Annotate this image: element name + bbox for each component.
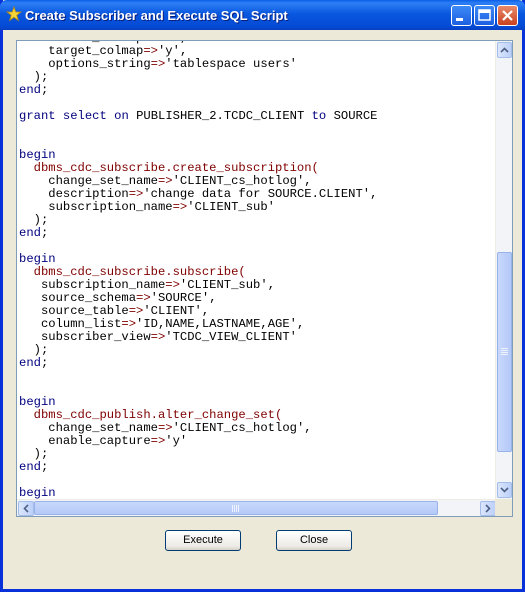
chevron-up-icon [500,47,509,53]
sql-code-text[interactable]: source_colmap=>'n', target_colmap=>'y', … [19,41,495,500]
window-title: Create Subscriber and Execute SQL Script [25,8,288,23]
vertical-scroll-thumb[interactable] [497,252,512,452]
scroll-down-button[interactable] [497,482,512,498]
code-line: ); [19,447,49,461]
code-line: end; [19,356,49,370]
horizontal-scrollbar[interactable] [17,499,497,516]
chevron-down-icon [500,487,509,493]
code-line: end; [19,460,49,474]
sql-script-editor[interactable]: source_colmap=>'n', target_colmap=>'y', … [16,40,513,517]
scroll-left-button[interactable] [18,501,34,516]
code-line: end; [19,226,49,240]
scrollbar-corner [495,499,512,516]
code-line: enable_capture=>'y' [19,434,188,448]
minimize-button[interactable] [451,5,472,26]
minimize-icon [456,18,463,21]
maximize-icon [478,9,491,21]
code-line: grant select on PUBLISHER_2.TCDC_CLIENT … [19,109,378,123]
code-line: end; [19,83,49,97]
close-window-button[interactable] [497,5,518,26]
code-line: ); [19,343,49,357]
maximize-button[interactable] [474,5,495,26]
scroll-right-button[interactable] [480,501,496,516]
code-line: options_string=>'tablespace users' [19,57,297,71]
code-line: ); [19,213,49,227]
code-line: subscriber_view=>'TCDC_VIEW_CLIENT' [19,330,297,344]
chevron-right-icon [485,504,491,513]
code-line: subscription_name=>'CLIENT_sub' [19,200,275,214]
chevron-left-icon [23,504,29,513]
close-button[interactable]: Close [276,530,352,551]
title-bar[interactable]: Create Subscriber and Execute SQL Script [0,0,525,30]
vertical-scrollbar[interactable] [495,41,512,499]
close-icon [502,10,513,21]
scroll-up-button[interactable] [497,42,512,58]
execute-button[interactable]: Execute [165,530,241,551]
horizontal-scroll-thumb[interactable] [34,501,438,515]
code-line: ); [19,70,49,84]
dialog-window: Create Subscriber and Execute SQL Script… [0,0,525,592]
app-star-icon [6,6,22,22]
